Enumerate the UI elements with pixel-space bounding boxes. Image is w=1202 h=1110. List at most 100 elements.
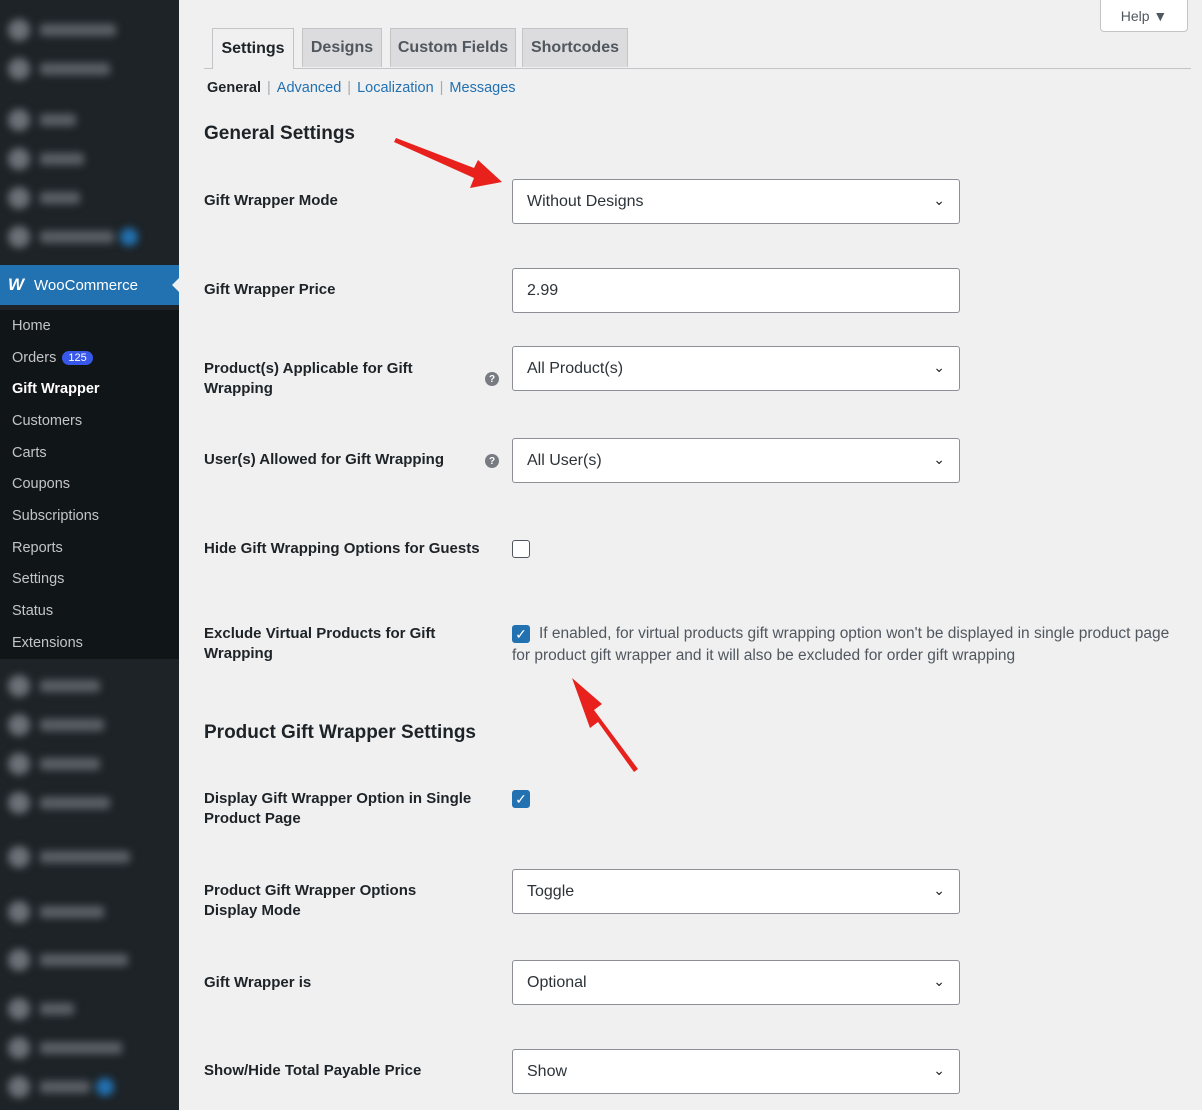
submenu-label: Orders: [12, 349, 57, 366]
hide-for-guests-checkbox[interactable]: [512, 540, 530, 558]
annotation-arrow-icon: [572, 678, 638, 772]
display-mode-label: Product Gift Wrapper Options Display Mod…: [204, 882, 417, 919]
display-single-checkbox[interactable]: ✓: [512, 790, 530, 808]
help-question-icon[interactable]: ?: [485, 372, 499, 386]
select-value: Optional: [527, 973, 587, 991]
submenu-label: Settings: [12, 571, 65, 588]
settings-tabs: Settings Designs Custom Fields Shortcode…: [204, 28, 1191, 69]
chevron-down-icon: ⌄: [933, 882, 945, 898]
select-value: Toggle: [527, 882, 575, 900]
section-subnav: General | Advanced | Localization | Mess…: [207, 80, 516, 96]
blurred-menu-item[interactable]: [0, 783, 179, 822]
woocommerce-menu-header[interactable]: W WooCommerce: [0, 265, 180, 305]
blurred-menu-item[interactable]: [0, 1067, 179, 1106]
subnav-separator: |: [267, 80, 271, 96]
submenu-label: Customers: [12, 412, 83, 429]
admin-sidebar: W WooCommerce Home Orders 125 Gift Wrappe…: [0, 0, 180, 1110]
check-icon: ✓: [515, 790, 527, 807]
users-allowed-select[interactable]: All User(s) ⌄: [512, 438, 960, 483]
blurred-menu-item[interactable]: [0, 10, 179, 49]
submenu-item-reports[interactable]: Reports: [0, 532, 179, 564]
chevron-down-icon: ⌄: [933, 973, 945, 989]
tab-shortcodes[interactable]: Shortcodes: [522, 28, 628, 67]
submenu-item-status[interactable]: Status: [0, 595, 179, 627]
orders-count-badge: 125: [62, 350, 93, 365]
blurred-menu-top: [0, 10, 179, 256]
blurred-menu-item[interactable]: [0, 892, 179, 931]
submenu-label: Coupons: [12, 476, 71, 493]
submenu-item-gift-wrapper[interactable]: Gift Wrapper: [0, 373, 179, 405]
blurred-menu-item[interactable]: [0, 49, 179, 88]
display-single-label: Display Gift Wrapper Option in Single Pr…: [204, 790, 472, 827]
blurred-menu-item[interactable]: [0, 822, 179, 892]
blurred-menu-item[interactable]: [0, 178, 179, 217]
submenu-item-orders[interactable]: Orders 125: [0, 342, 179, 374]
submenu-item-subscriptions[interactable]: Subscriptions: [0, 500, 179, 532]
subnav-separator: |: [347, 80, 352, 96]
products-applicable-label: Product(s) Applicable for Gift Wrapping: [204, 360, 413, 397]
gift-wrapper-mode-label: Gift Wrapper Mode: [204, 192, 338, 209]
gift-wrapper-price-input[interactable]: 2.99: [512, 268, 960, 313]
chevron-down-icon: ⌄: [933, 192, 945, 208]
submenu-label: Reports: [12, 539, 63, 556]
annotation-arrow-icon: [394, 138, 502, 188]
product-settings-heading: Product Gift Wrapper Settings: [204, 722, 477, 743]
exclude-virtual-label: Exclude Virtual Products for Gift Wrappi…: [204, 625, 436, 662]
submenu-label: Status: [12, 603, 54, 620]
subnav-messages[interactable]: Messages: [449, 80, 515, 96]
chevron-down-icon: ⌄: [933, 359, 945, 375]
submenu-item-extensions[interactable]: Extensions: [0, 627, 179, 659]
select-value: Without Designs: [527, 192, 644, 210]
submenu-label: Subscriptions: [12, 507, 100, 524]
input-value: 2.99: [527, 281, 559, 299]
arrow-shape: [394, 138, 502, 188]
blurred-menu-item[interactable]: [0, 100, 179, 139]
woocommerce-label: WooCommerce: [34, 276, 138, 294]
woocommerce-logo-icon: W: [8, 275, 25, 294]
blurred-menu-item[interactable]: [0, 666, 179, 705]
tab-settings[interactable]: Settings: [212, 28, 294, 69]
gift-wrapper-is-label: Gift Wrapper is: [204, 974, 312, 991]
subnav-separator: |: [439, 80, 444, 96]
blurred-menu-item[interactable]: [0, 744, 179, 783]
blurred-menu-item[interactable]: [0, 139, 179, 178]
total-payable-select[interactable]: Show ⌄: [512, 1049, 960, 1094]
blurred-menu-bottom: [0, 666, 179, 1106]
submenu-item-home[interactable]: Home: [0, 310, 179, 342]
subnav-general[interactable]: General: [207, 80, 261, 96]
woocommerce-submenu: Home Orders 125 Gift Wrapper Customers Ca…: [0, 310, 179, 659]
select-value: All User(s): [527, 451, 602, 469]
gift-wrapper-is-select[interactable]: Optional ⌄: [512, 960, 960, 1005]
submenu-label: Carts: [12, 444, 47, 461]
blurred-menu-item[interactable]: [0, 705, 179, 744]
submenu-item-customers[interactable]: Customers: [0, 405, 179, 437]
submenu-label: Extensions: [12, 634, 83, 651]
blurred-menu-item[interactable]: [0, 989, 179, 1028]
chevron-down-icon: ⌄: [933, 451, 945, 467]
blurred-menu-item[interactable]: [0, 931, 179, 989]
tab-custom-fields[interactable]: Custom Fields: [390, 28, 516, 67]
help-question-icon[interactable]: ?: [485, 454, 499, 468]
submenu-label: Home: [12, 317, 51, 334]
blurred-menu-item[interactable]: [0, 1028, 179, 1067]
arrow-shape: [572, 678, 638, 772]
subnav-localization[interactable]: Localization: [357, 80, 434, 96]
general-settings-heading: General Settings: [204, 123, 355, 144]
chevron-down-icon: ⌄: [933, 1062, 945, 1078]
products-applicable-select[interactable]: All Product(s) ⌄: [512, 346, 960, 391]
total-payable-label: Show/Hide Total Payable Price: [204, 1062, 422, 1079]
submenu-label: Gift Wrapper: [12, 381, 100, 398]
subnav-advanced[interactable]: Advanced: [277, 80, 342, 96]
hide-for-guests-label: Hide Gift Wrapping Options for Guests: [204, 540, 480, 557]
submenu-item-carts[interactable]: Carts: [0, 437, 179, 469]
tab-designs[interactable]: Designs: [302, 28, 382, 67]
display-mode-select[interactable]: Toggle ⌄: [512, 869, 960, 914]
gift-wrapper-price-label: Gift Wrapper Price: [204, 281, 336, 298]
submenu-item-coupons[interactable]: Coupons: [0, 468, 179, 500]
submenu-item-settings[interactable]: Settings: [0, 564, 179, 596]
blurred-menu-item[interactable]: [0, 217, 179, 256]
select-value: All Product(s): [527, 359, 624, 377]
gift-wrapper-mode-select[interactable]: Without Designs ⌄: [512, 179, 960, 224]
users-allowed-label: User(s) Allowed for Gift Wrapping: [204, 451, 445, 468]
select-value: Show: [527, 1062, 568, 1080]
